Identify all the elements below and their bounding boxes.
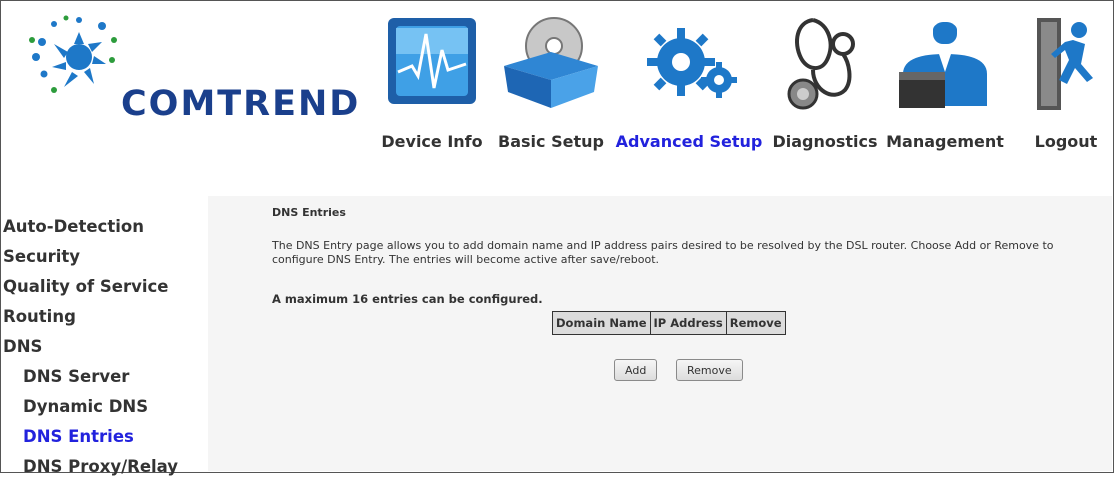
nav-label: Basic Setup (498, 132, 604, 151)
sidebar-item-dns[interactable]: DNS (0, 332, 205, 362)
sidebar-item-dynamic-dns[interactable]: Dynamic DNS (0, 392, 205, 422)
nav-label: Management (886, 132, 1004, 151)
page-description: The DNS Entry page allows you to add dom… (272, 239, 1054, 266)
sidebar-item-routing[interactable]: Routing (0, 302, 205, 332)
comtrend-logo-mark-icon (24, 12, 124, 112)
nav-advanced-setup[interactable]: Advanced Setup (608, 14, 770, 164)
table-header-row: Domain Name IP Address Remove (552, 311, 786, 335)
nav-device-info[interactable]: Device Info (370, 14, 494, 164)
sidebar-item-dns-entries[interactable]: DNS Entries (0, 422, 205, 452)
column-ip-address: IP Address (649, 311, 727, 335)
nav-label: Logout (1034, 132, 1098, 151)
nav-label: Device Info (381, 132, 483, 151)
logout-running-man-icon (1031, 14, 1101, 118)
sidebar-item-security[interactable]: Security (0, 242, 205, 272)
nav-label: Diagnostics (772, 132, 878, 151)
sidebar-item-dns-server[interactable]: DNS Server (0, 362, 205, 392)
brand-name: COMTREND (121, 84, 361, 124)
diagnostics-stethoscope-icon (783, 14, 867, 118)
dns-entries-section: DNS Entries The DNS Entry page allows yo… (272, 206, 1092, 381)
nav-management[interactable]: Management (880, 14, 1010, 164)
sidebar-menu: Auto-Detection Security Quality of Servi… (0, 212, 205, 482)
nav-label: Advanced Setup (615, 132, 763, 151)
nav-logout[interactable]: Logout (1030, 14, 1102, 164)
max-entries-note: A maximum 16 entries can be configured. (272, 292, 543, 306)
column-domain-name: Domain Name (552, 311, 651, 335)
sidebar-item-auto-detection[interactable]: Auto-Detection (0, 212, 205, 242)
device-info-monitor-icon (384, 14, 480, 112)
basic-setup-disc-box-icon (496, 14, 606, 112)
nav-diagnostics[interactable]: Diagnostics (771, 14, 879, 164)
sidebar-item-quality-of-service[interactable]: Quality of Service (0, 272, 205, 302)
add-button[interactable]: Add (614, 359, 658, 381)
page-title: DNS Entries (272, 206, 346, 219)
management-person-icon (895, 14, 995, 112)
sidebar-item-dns-proxy-relay[interactable]: DNS Proxy/Relay (0, 452, 205, 482)
dns-entries-table: Domain Name IP Address Remove (552, 311, 786, 335)
column-remove: Remove (725, 311, 786, 335)
remove-button[interactable]: Remove (676, 359, 743, 381)
advanced-setup-gears-icon (639, 14, 739, 112)
nav-basic-setup[interactable]: Basic Setup (495, 14, 607, 164)
